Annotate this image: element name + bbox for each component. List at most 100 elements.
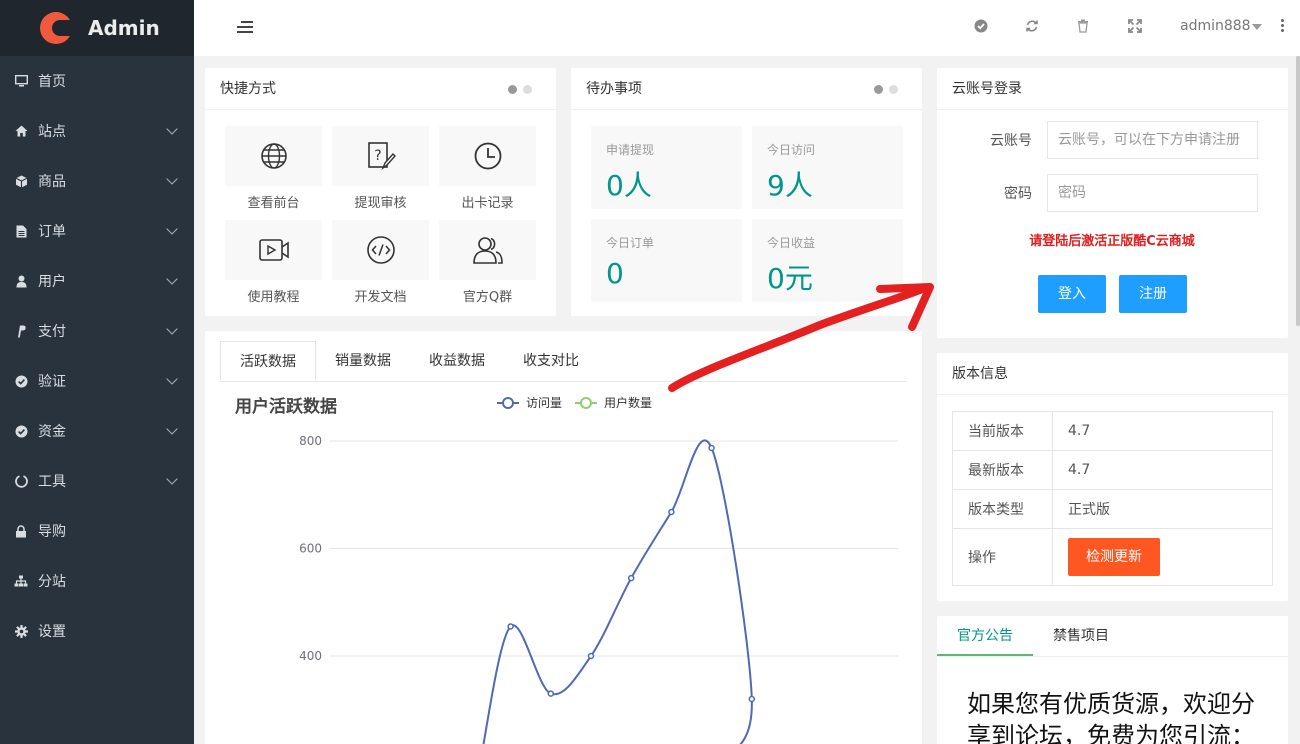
todo-value: 0: [606, 257, 624, 290]
sidebar-item-3[interactable]: 订单: [0, 206, 194, 256]
version-action-row: 操作 检测更新: [952, 528, 1273, 586]
tab-notice-1[interactable]: 禁售项目: [1033, 616, 1129, 656]
sidebar-item-9[interactable]: 导购: [0, 506, 194, 556]
cloud-account-input[interactable]: [1047, 121, 1258, 159]
sidebar: Admin 首页 站点 商品 订单 用户 支付 验证 资金 工具 导购 分站 设…: [0, 0, 194, 744]
version-action-cell: 检测更新: [1052, 528, 1273, 586]
cloud-password-input[interactable]: [1047, 174, 1258, 212]
version-table: 当前版本 4.7 最新版本 4.7 版本类型 正式版 操作 检测更新: [952, 411, 1273, 586]
legend-marker: [502, 397, 514, 409]
todo-label: 今日收益: [767, 236, 816, 250]
legend-label: 用户数量: [604, 395, 652, 410]
login-button[interactable]: 登入: [1038, 275, 1106, 313]
todo-label: 申请提现: [606, 143, 655, 157]
check-circle-icon: [14, 424, 28, 438]
carousel-dot[interactable]: [874, 85, 883, 94]
version-value: 正式版: [1052, 489, 1273, 529]
todo-item[interactable]: 今日访问 9人: [752, 126, 903, 209]
shortcut-item[interactable]: 开发文档: [332, 220, 429, 314]
sidebar-item-0[interactable]: 首页: [0, 56, 194, 106]
chart-title: 用户活跃数据: [235, 396, 337, 417]
code-icon: [332, 220, 429, 280]
shortcut-item[interactable]: ? 提现审核: [332, 126, 429, 220]
more-vertical-icon[interactable]: [1281, 19, 1285, 34]
notice-tabs: 官方公告 禁售项目: [937, 616, 1288, 657]
check-icon[interactable]: [973, 19, 989, 35]
version-key: 最新版本: [952, 450, 1053, 490]
sidebar-item-8[interactable]: 工具: [0, 456, 194, 506]
top-header: admin888: [194, 0, 1300, 56]
sidebar-item-1[interactable]: 站点: [0, 106, 194, 156]
shortcut-label: 官方Q群: [462, 290, 513, 305]
shortcut-label: 出卡记录: [461, 196, 514, 211]
user-menu[interactable]: admin888: [1180, 18, 1251, 34]
circle-notch-icon: [14, 474, 28, 488]
refresh-icon[interactable]: [1024, 19, 1040, 35]
chevron-down-icon: [166, 473, 178, 485]
sidebar-item-7[interactable]: 资金: [0, 406, 194, 456]
users-icon: [439, 220, 536, 280]
password-row: 密码: [937, 174, 1258, 212]
check-update-button[interactable]: 检测更新: [1068, 538, 1160, 576]
chevron-down-icon: [166, 223, 178, 235]
cloud-login-card: 云账号登录 云账号 密码 请登陆后激活正版酷C云商城 登入 注册: [937, 68, 1288, 338]
notice-card: 官方公告 禁售项目 如果您有优质货源，欢迎分享到论坛，免费为您引流：: [937, 616, 1288, 744]
globe-icon: [225, 126, 322, 186]
sidebar-item-11[interactable]: 设置: [0, 606, 194, 656]
fullscreen-icon[interactable]: [1127, 19, 1143, 35]
sidebar-item-label: 导购: [38, 524, 66, 540]
cloud-login-title: 云账号登录: [937, 68, 1288, 110]
user-icon: [14, 274, 28, 288]
shortcuts-title: 快捷方式: [205, 68, 556, 110]
shortcut-item[interactable]: 查看前台: [225, 126, 322, 220]
sidebar-item-label: 资金: [38, 424, 66, 440]
sidebar-item-label: 分站: [38, 574, 66, 590]
logo-icon: [40, 12, 72, 44]
gear-icon: [14, 624, 28, 638]
sidebar-item-label: 首页: [38, 74, 66, 90]
scrollbar[interactable]: [1296, 56, 1300, 326]
account-row: 云账号: [937, 121, 1258, 159]
carousel-dots[interactable]: [508, 85, 532, 94]
carousel-dot[interactable]: [889, 85, 898, 94]
version-value: 4.7: [1052, 450, 1273, 490]
data-point: [748, 695, 756, 703]
sidebar-item-6[interactable]: 验证: [0, 356, 194, 406]
chevron-down-icon: [166, 173, 178, 185]
sidebar-menu: 首页 站点 商品 订单 用户 支付 验证 资金 工具 导购 分站 设置: [0, 56, 194, 656]
shortcuts-card: 快捷方式 查看前台? 提现审核 出卡记录 使用教程 开发文档 官方Q群: [205, 68, 556, 316]
register-button[interactable]: 注册: [1119, 275, 1187, 313]
todo-item[interactable]: 今日订单 0: [591, 219, 742, 302]
activation-warning: 请登陆后激活正版酷C云商城: [1029, 234, 1195, 249]
todo-title-text: 待办事项: [586, 81, 642, 97]
shortcut-item[interactable]: 使用教程: [225, 220, 322, 314]
carousel-dots[interactable]: [874, 85, 898, 94]
sidebar-item-5[interactable]: 支付: [0, 306, 194, 356]
carousel-dot[interactable]: [508, 85, 517, 94]
shortcut-item[interactable]: 出卡记录: [439, 126, 536, 220]
menu-toggle-icon[interactable]: [237, 21, 253, 35]
version-title: 版本信息: [937, 353, 1288, 395]
chevron-down-icon: [166, 123, 178, 135]
shortcut-item[interactable]: 官方Q群: [439, 220, 536, 314]
caret-down-icon[interactable]: [1252, 24, 1262, 30]
shortcut-label: 开发文档: [354, 290, 407, 305]
carousel-dot[interactable]: [523, 85, 532, 94]
sidebar-item-4[interactable]: 用户: [0, 256, 194, 306]
todo-item[interactable]: 申请提现 0人: [591, 126, 742, 209]
todo-value: 9人: [767, 169, 813, 202]
tab-notice-0[interactable]: 官方公告: [937, 616, 1033, 656]
sidebar-item-label: 验证: [38, 374, 66, 390]
video-icon: [225, 220, 322, 280]
clock-icon: [439, 126, 536, 186]
trash-icon[interactable]: [1075, 19, 1091, 35]
sitemap-icon: [14, 574, 28, 588]
version-row: 最新版本 4.7: [952, 450, 1273, 490]
logo[interactable]: Admin: [0, 0, 194, 56]
todo-item[interactable]: 今日收益 0元: [752, 219, 903, 302]
account-label: 云账号: [990, 133, 1032, 149]
sidebar-item-2[interactable]: 商品: [0, 156, 194, 206]
question-edit-icon: ?: [332, 126, 429, 186]
activity-chart: 用户活跃数据 访问量 用户数量 800 600 400: [235, 395, 898, 744]
sidebar-item-10[interactable]: 分站: [0, 556, 194, 606]
